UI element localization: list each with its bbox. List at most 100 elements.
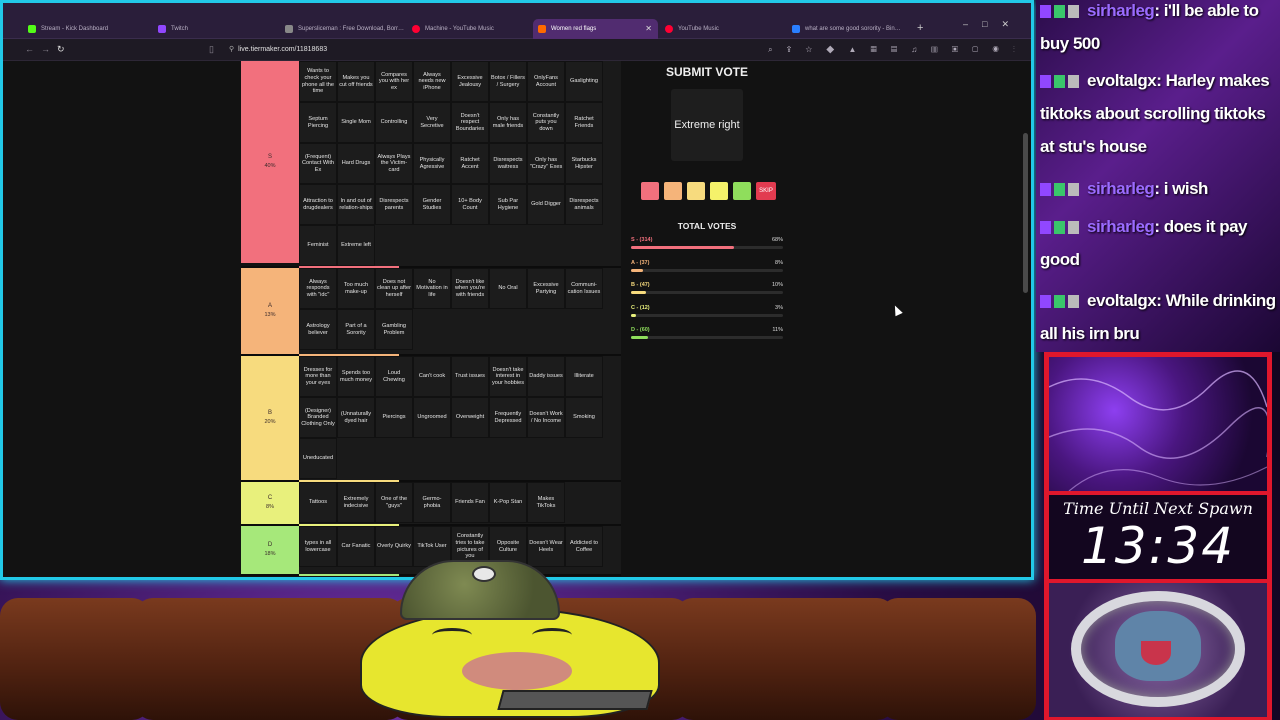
tier-item[interactable]: Gambling Problem [375, 309, 413, 350]
tier-item[interactable]: OnlyFans Account [527, 61, 565, 102]
tier-item[interactable]: Part of a Sorority [337, 309, 375, 350]
tier-item[interactable]: Trust issues [451, 356, 489, 397]
tier-item[interactable]: Doesn't Work / No Income [527, 397, 565, 438]
tier-item[interactable]: Overweight [451, 397, 489, 438]
tier-item[interactable]: Daddy issues [527, 356, 565, 397]
tier-item[interactable]: Disrespects parents [375, 184, 413, 225]
tier-item[interactable]: Spends too much money [337, 356, 375, 397]
chat-username[interactable]: sirharleg [1087, 179, 1155, 198]
tier-item[interactable]: Friends Fan [451, 482, 489, 523]
tier-item[interactable]: Only has male friends [489, 102, 527, 143]
tier-item[interactable]: Gender Studies [413, 184, 451, 225]
tier-item[interactable]: Attraction to drugdealers [299, 184, 337, 225]
back-icon[interactable]: ← [25, 42, 34, 56]
bookmark-icon[interactable]: ▯ [209, 42, 214, 56]
tier-item[interactable]: No Motivation in life [413, 268, 451, 309]
tier-item[interactable]: Physically Agressive [413, 143, 451, 184]
tier-item[interactable]: Compares you with her ex [375, 61, 413, 102]
tab-kick-dashboard[interactable]: Stream - Kick Dashboard [23, 19, 151, 39]
new-tab-button[interactable]: + [917, 21, 923, 35]
url-field[interactable]: ⚲ live.tiermaker.com/11818683 [229, 43, 327, 57]
tier-item[interactable]: 10+ Body Count [451, 184, 489, 225]
chat-username[interactable]: sirharleg [1087, 1, 1155, 20]
tier-item[interactable]: Communi-cation Issues [565, 268, 603, 309]
tier-item[interactable]: Germo-phobia [413, 482, 451, 523]
tier-item[interactable]: One of the "guys" [375, 482, 413, 523]
tier-item[interactable]: Only has "Crazy" Exes [527, 143, 565, 184]
tier-item[interactable]: (Frequent) Contact With Ex [299, 143, 337, 184]
tier-item[interactable]: Doesn't take interest in your hobbies [489, 356, 527, 397]
tab-supersliceman[interactable]: Supersliceman : Free Download, Borr… [280, 19, 405, 39]
tier-item[interactable]: (Unnaturally dyed hair [337, 397, 375, 438]
tier-item[interactable]: Hard Drugs [337, 143, 375, 184]
tab-bing-search[interactable]: what are some good sorority - Bin… [787, 19, 912, 39]
tier-item[interactable]: (Designer) Branded Clothing Only [299, 397, 337, 438]
extensions-toolbar[interactable]: ⌕ ⇪ ☆ ◆ ▲ ▦ ▤ ♫ ▥ ▣ ▢ ◉ ⋮ [768, 43, 1021, 57]
chat-username[interactable]: evoltalgx [1087, 71, 1157, 90]
window-controls[interactable]: –□✕ [963, 19, 1023, 30]
tier-item[interactable]: Starbucks Hipster [565, 143, 603, 184]
tier-item[interactable]: Always responds with "idc" [299, 268, 337, 309]
tier-item[interactable]: Very Secretive [413, 102, 451, 143]
tier-item[interactable]: Feminist [299, 225, 337, 266]
tier-item[interactable]: Ratchet Friends [565, 102, 603, 143]
tier-item[interactable]: Excessive Jealousy [451, 61, 489, 102]
tier-item[interactable]: K-Pop Stan [489, 482, 527, 523]
tier-item[interactable]: Sub Par Hygiene [489, 184, 527, 225]
tier-item[interactable]: Uneducated [299, 438, 337, 479]
tier-item[interactable]: Always Plays the Victim-card [375, 143, 413, 184]
tier-item[interactable]: Smoking [565, 397, 603, 438]
tier-item[interactable]: Illiterate [565, 356, 603, 397]
page-scrollbar[interactable] [1023, 133, 1028, 293]
tier-item[interactable]: No Oral [489, 268, 527, 309]
tier-item[interactable]: Wants to check your phone all the time [299, 61, 337, 102]
tier-item[interactable]: Constantly puts you down [527, 102, 565, 143]
tier-item[interactable]: Extremely indecisive [337, 482, 375, 523]
current-item-card[interactable]: Extreme right [671, 89, 743, 161]
tier-item[interactable]: Makes TikToks [527, 482, 565, 523]
tab-youtube-music-machine[interactable]: Machine - YouTube Music [407, 19, 532, 39]
forward-icon[interactable]: → [41, 42, 50, 56]
tier-item[interactable]: Astrology believer [299, 309, 337, 350]
vote-c-button[interactable] [710, 182, 728, 200]
vote-b-button[interactable] [687, 182, 705, 200]
tier-item[interactable]: Makes you cut off friends [337, 61, 375, 102]
tab-women-red-flags[interactable]: Women red flags ✕ [533, 19, 658, 39]
tier-item[interactable]: Gold Digger [527, 184, 565, 225]
tier-item[interactable]: Septum Piercing [299, 102, 337, 143]
tier-item[interactable]: In and out of relation-ships [337, 184, 375, 225]
tier-item[interactable]: Piercings [375, 397, 413, 438]
tier-item[interactable]: types in all lowercase [299, 526, 337, 567]
tier-item[interactable]: Ratchet Accent [451, 143, 489, 184]
tier-item[interactable]: Extreme left [337, 225, 375, 266]
tier-item[interactable]: Doesn't like when you're with friends [451, 268, 489, 309]
tier-item[interactable]: Does not clean up after herself [375, 268, 413, 309]
tier-item[interactable]: Loud Chewing [375, 356, 413, 397]
vote-d-button[interactable] [733, 182, 751, 200]
tab-youtube-music[interactable]: YouTube Music [660, 19, 785, 39]
reload-icon[interactable]: ↻ [57, 42, 65, 56]
chat-username[interactable]: evoltalgx [1087, 291, 1157, 310]
tier-item[interactable]: Too much make-up [337, 268, 375, 309]
tier-item[interactable]: Dresses for more than your eyes [299, 356, 337, 397]
tier-item[interactable]: Excessive Partying [527, 268, 565, 309]
tier-item[interactable]: Ungroomed [413, 397, 451, 438]
tier-item[interactable]: Gaslighting [565, 61, 603, 102]
tier-item[interactable]: Controlling [375, 102, 413, 143]
tier-item[interactable]: Single Mom [337, 102, 375, 143]
site-info-icon[interactable]: ⚲ [229, 46, 234, 53]
tier-item[interactable]: Disrespects animals [565, 184, 603, 225]
tier-item[interactable]: Tattoos [299, 482, 337, 523]
tier-item[interactable]: Botox / Fillers / Surgery [489, 61, 527, 102]
close-tab-icon[interactable]: ✕ [645, 19, 652, 39]
tier-item[interactable]: Disrespects waitress [489, 143, 527, 184]
vote-s-button[interactable] [641, 182, 659, 200]
chat-username[interactable]: sirharleg [1087, 217, 1155, 236]
tier-item[interactable]: Always needs new iPhone [413, 61, 451, 102]
tab-twitch[interactable]: Twitch [153, 19, 278, 39]
tier-item[interactable]: Doesn't respect Boundaries [451, 102, 489, 143]
tier-item[interactable]: Frequently Depressed [489, 397, 527, 438]
skip-button[interactable]: SKIP [756, 182, 776, 200]
vote-a-button[interactable] [664, 182, 682, 200]
tier-item[interactable]: Can't cook [413, 356, 451, 397]
